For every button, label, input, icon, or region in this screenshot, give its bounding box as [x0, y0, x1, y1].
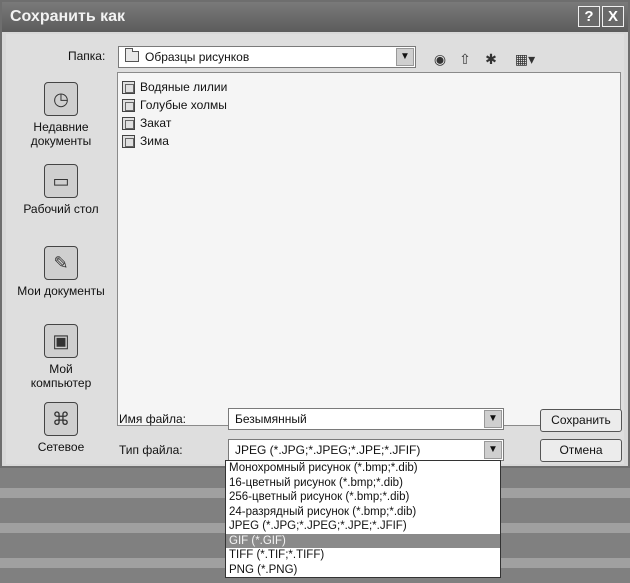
my-documents-icon: ✎	[44, 246, 78, 280]
title-bar[interactable]: Сохранить как ? X	[2, 2, 628, 32]
filename-value: Безымянный	[235, 412, 307, 426]
chevron-down-icon[interactable]: ▼	[484, 410, 502, 428]
file-name: Зима	[140, 134, 169, 148]
place-my-computer[interactable]: ▣ Мой компьютер	[6, 324, 116, 390]
image-file-icon	[122, 81, 135, 94]
place-desktop[interactable]: ▭ Рабочий стол	[6, 164, 116, 216]
file-list[interactable]: Водяные лилии Голубые холмы Закат Зима	[117, 72, 621, 426]
view-menu-icon[interactable]: ▦▾	[510, 50, 540, 68]
image-file-icon	[122, 117, 135, 130]
image-file-icon	[122, 99, 135, 112]
up-folder-icon[interactable]: ⇧	[456, 50, 474, 68]
dialog-body: Папка: Образцы рисунков ▼ ◉ ⇧ ✱ ▦▾ ◷ Нед…	[6, 34, 624, 464]
save-button[interactable]: Сохранить	[540, 409, 622, 432]
place-label: Мои документы	[17, 284, 105, 298]
file-name: Водяные лилии	[140, 80, 228, 94]
save-as-dialog: Сохранить как ? X Папка: Образцы рисунко…	[0, 0, 630, 468]
image-file-icon	[122, 135, 135, 148]
filetype-option[interactable]: 256-цветный рисунок (*.bmp;*.dib)	[226, 490, 500, 505]
desktop-icon: ▭	[44, 164, 78, 198]
filetype-option[interactable]: JPEG (*.JPG;*.JPEG;*.JPE;*.JFIF)	[226, 519, 500, 534]
my-computer-icon: ▣	[44, 324, 78, 358]
place-label: Мой	[49, 362, 73, 376]
filetype-option-selected[interactable]: GIF (*.GIF)	[226, 533, 500, 548]
place-label: Рабочий стол	[23, 202, 99, 216]
dialog-title: Сохранить как	[10, 8, 126, 25]
recent-documents-icon: ◷	[44, 82, 78, 116]
chevron-down-icon[interactable]: ▼	[396, 48, 414, 66]
filetype-option[interactable]: Монохромный рисунок (*.bmp;*.dib)	[226, 461, 500, 476]
place-label: Сетевое	[37, 440, 85, 454]
place-my-documents[interactable]: ✎ Мои документы	[6, 246, 116, 298]
close-button[interactable]: X	[602, 6, 624, 27]
place-label: Недавние	[33, 120, 89, 134]
folder-value: Образцы рисунков	[145, 50, 250, 64]
file-name: Голубые холмы	[140, 98, 227, 112]
folder-label: Папка:	[68, 49, 106, 63]
filetype-option[interactable]: PNG (*.PNG)	[226, 563, 500, 578]
help-button[interactable]: ?	[578, 6, 600, 27]
folder-icon	[125, 48, 139, 62]
place-label: документы	[30, 134, 92, 148]
filetype-label: Тип файла:	[119, 443, 183, 457]
filetype-dropdown-list[interactable]: Монохромный рисунок (*.bmp;*.dib) 16-цве…	[225, 460, 501, 578]
folder-combo[interactable]: Образцы рисунков ▼	[118, 46, 416, 68]
place-recent-documents[interactable]: ◷ Недавние документы	[6, 82, 116, 148]
new-folder-icon[interactable]: ✱	[482, 50, 500, 68]
filetype-value: JPEG (*.JPG;*.JPEG;*.JPE;*.JFIF)	[235, 443, 421, 457]
place-network[interactable]: ⌘ Сетевое	[6, 402, 116, 454]
file-name: Закат	[140, 116, 172, 130]
network-icon: ⌘	[44, 402, 78, 436]
filetype-option[interactable]: 16-цветный рисунок (*.bmp;*.dib)	[226, 476, 500, 491]
back-icon[interactable]: ◉	[431, 50, 449, 68]
filetype-option[interactable]: TIFF (*.TIF;*.TIFF)	[226, 548, 500, 563]
filename-input[interactable]: Безымянный ▼	[228, 408, 504, 430]
cancel-button[interactable]: Отмена	[540, 439, 622, 462]
chevron-down-icon[interactable]: ▼	[484, 441, 502, 459]
filetype-option[interactable]: 24-разрядный рисунок (*.bmp;*.dib)	[226, 505, 500, 520]
filetype-select[interactable]: JPEG (*.JPG;*.JPEG;*.JPE;*.JFIF) ▼	[228, 439, 504, 461]
filename-label: Имя файла:	[119, 412, 186, 426]
place-label: компьютер	[30, 376, 92, 390]
